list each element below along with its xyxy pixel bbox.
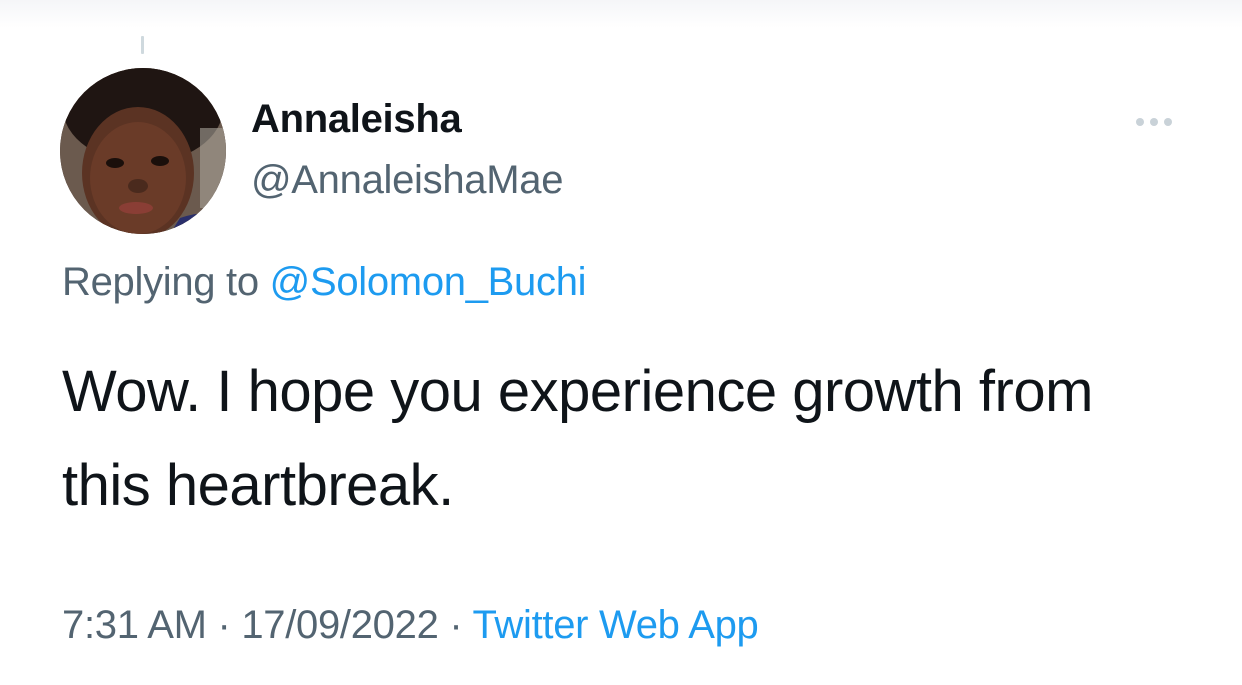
replying-to-line: Replying to @Solomon_Buchi (62, 260, 587, 305)
more-horizontal-icon (1164, 118, 1172, 126)
avatar[interactable] (60, 68, 226, 234)
thread-connector-line (141, 36, 144, 54)
tweet-metadata: 7:31 AM · 17/09/2022 · Twitter Web App (62, 603, 759, 648)
meta-separator: · (438, 603, 473, 647)
tweet-source-link[interactable]: Twitter Web App (472, 603, 758, 647)
tweet-date[interactable]: 17/09/2022 (241, 603, 439, 647)
tweet-detail-page: Annaleisha @AnnaleishaMae Replying to @S… (0, 0, 1242, 685)
avatar-photo (60, 68, 226, 234)
meta-separator: · (206, 603, 242, 647)
author-display-name[interactable]: Annaleisha (251, 97, 462, 142)
replying-to-handle-link[interactable]: @Solomon_Buchi (270, 260, 587, 304)
previous-tweet-edge (0, 0, 1242, 28)
more-horizontal-icon (1150, 118, 1158, 126)
author-handle[interactable]: @AnnaleishaMae (251, 158, 563, 203)
replying-to-label: Replying to (62, 260, 270, 304)
more-horizontal-icon (1136, 118, 1144, 126)
more-options-button[interactable] (1128, 108, 1180, 136)
tweet-time[interactable]: 7:31 AM (62, 603, 207, 647)
tweet-text: Wow. I hope you experience growth from t… (62, 359, 1093, 518)
